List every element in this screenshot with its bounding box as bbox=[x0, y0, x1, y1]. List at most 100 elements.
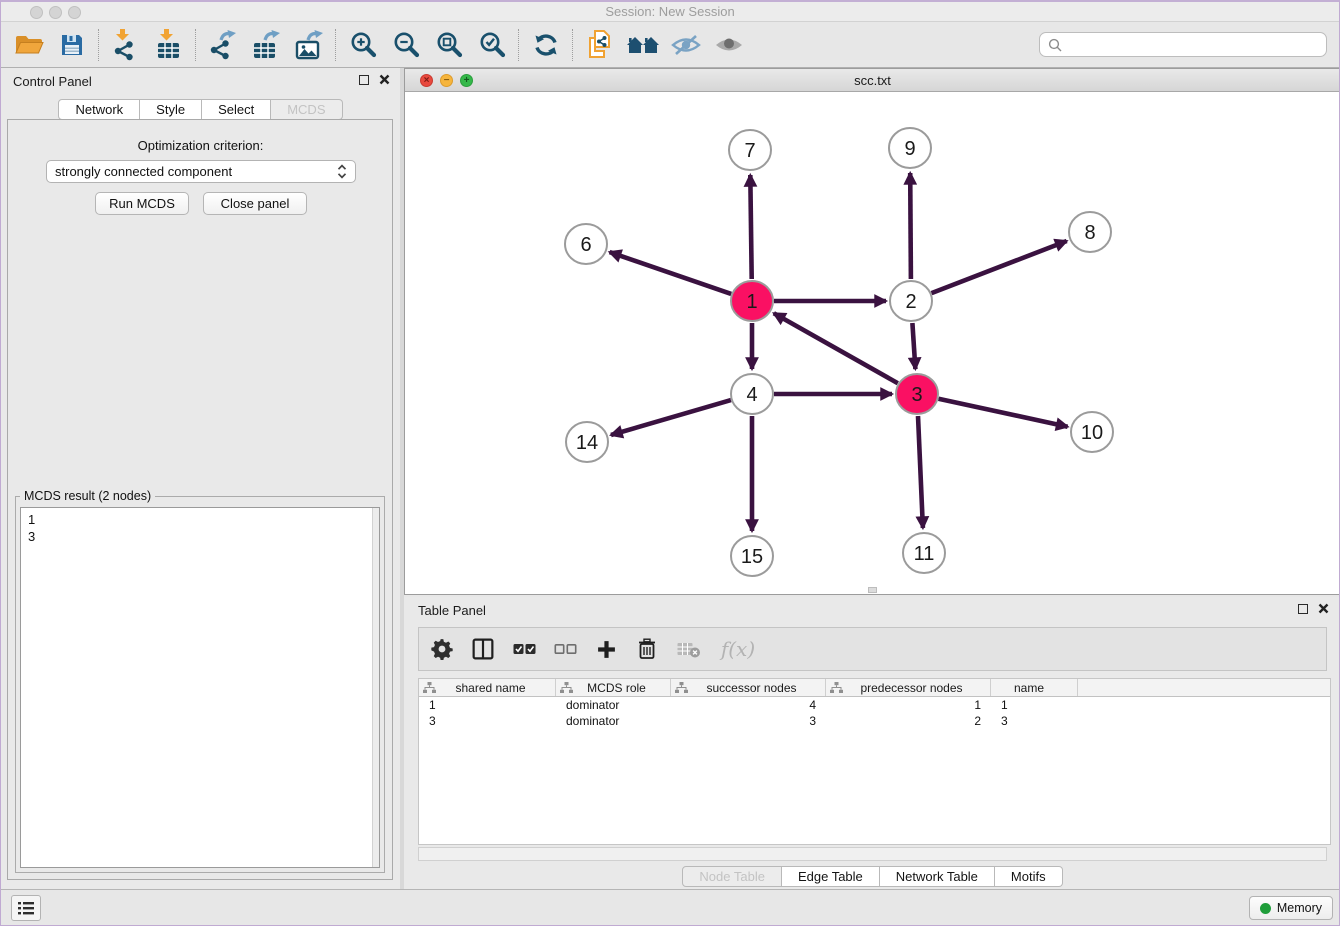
window-zoom-button[interactable] bbox=[68, 6, 81, 19]
export-table-button[interactable] bbox=[244, 26, 287, 64]
graph-edge-1-7[interactable] bbox=[750, 175, 751, 279]
graph-edge-3-1[interactable] bbox=[774, 313, 898, 383]
zoom-selected-button[interactable] bbox=[470, 26, 513, 64]
zoom-out-button[interactable] bbox=[384, 26, 427, 64]
network-minimize-button[interactable]: − bbox=[440, 74, 453, 87]
split-columns-icon bbox=[472, 638, 494, 660]
refresh-view-button[interactable] bbox=[524, 26, 567, 64]
split-panel-button[interactable] bbox=[470, 634, 496, 664]
table-cell[interactable]: dominator bbox=[556, 697, 671, 713]
graph-node-4[interactable]: 4 bbox=[731, 374, 773, 414]
graph-node-15[interactable]: 15 bbox=[731, 536, 773, 576]
graph-edge-1-6[interactable] bbox=[610, 252, 732, 294]
function-builder-button[interactable]: f(x) bbox=[716, 634, 760, 664]
task-history-button[interactable] bbox=[11, 895, 41, 921]
show-all-button[interactable] bbox=[707, 26, 750, 64]
hide-selected-button[interactable] bbox=[664, 26, 707, 64]
table-row[interactable]: 3dominator323 bbox=[419, 713, 1330, 729]
mcds-result-box: MCDS result (2 nodes) 13 bbox=[15, 496, 385, 873]
select-all-columns-button[interactable] bbox=[511, 634, 537, 664]
column-header-mcds-role[interactable]: MCDS role bbox=[556, 679, 671, 696]
column-header-name[interactable]: name bbox=[991, 679, 1078, 696]
memory-button[interactable]: Memory bbox=[1249, 896, 1333, 920]
graph-node-6[interactable]: 6 bbox=[565, 224, 607, 264]
network-window-titlebar[interactable]: × − + scc.txt bbox=[405, 69, 1340, 92]
tab-mcds[interactable]: MCDS bbox=[271, 99, 342, 120]
close-panel-icon[interactable] bbox=[1318, 603, 1329, 614]
window-close-button[interactable] bbox=[30, 6, 43, 19]
add-column-button[interactable] bbox=[593, 634, 619, 664]
graph-node-2[interactable]: 2 bbox=[890, 281, 932, 321]
control-panel: Control Panel Network Style Select MCDS … bbox=[1, 68, 400, 892]
criterion-select[interactable]: strongly connected component bbox=[46, 160, 356, 183]
table-settings-button[interactable] bbox=[429, 634, 455, 664]
tab-motifs[interactable]: Motifs bbox=[995, 866, 1063, 887]
first-neighbors-button[interactable] bbox=[621, 26, 664, 64]
graph-node-14[interactable]: 14 bbox=[566, 422, 608, 462]
table-cell[interactable]: 4 bbox=[671, 697, 826, 713]
table-cell[interactable]: 3 bbox=[991, 713, 1078, 729]
deselect-all-columns-button[interactable] bbox=[552, 634, 578, 664]
graph-edge-2-8[interactable] bbox=[932, 241, 1067, 293]
graph-edge-2-9[interactable] bbox=[910, 173, 911, 279]
float-panel-icon[interactable] bbox=[359, 75, 369, 85]
delete-table-button[interactable] bbox=[675, 634, 701, 664]
open-session-button[interactable] bbox=[7, 26, 50, 64]
zoom-in-button[interactable] bbox=[341, 26, 384, 64]
table-cell[interactable]: 2 bbox=[826, 713, 991, 729]
export-image-button[interactable] bbox=[287, 26, 330, 64]
table-cell[interactable]: 1 bbox=[419, 697, 556, 713]
graph-node-11[interactable]: 11 bbox=[903, 533, 945, 573]
tab-network[interactable]: Network bbox=[58, 99, 140, 120]
network-maximize-button[interactable]: + bbox=[460, 74, 473, 87]
run-mcds-button[interactable]: Run MCDS bbox=[95, 192, 189, 215]
table-cell[interactable]: 1 bbox=[991, 697, 1078, 713]
export-network-button[interactable] bbox=[201, 26, 244, 64]
table-cell[interactable]: dominator bbox=[556, 713, 671, 729]
graph-node-1[interactable]: 1 bbox=[731, 281, 773, 321]
tab-style[interactable]: Style bbox=[140, 99, 202, 120]
tab-network-table[interactable]: Network Table bbox=[880, 866, 995, 887]
table-cell[interactable]: 1 bbox=[826, 697, 991, 713]
graph-node-9[interactable]: 9 bbox=[889, 128, 931, 168]
window-resize-handle[interactable] bbox=[868, 587, 877, 593]
column-header-shared-name[interactable]: shared name bbox=[419, 679, 556, 696]
optimization-criterion-label: Optimization criterion: bbox=[1, 138, 400, 153]
table-horizontal-scrollbar[interactable] bbox=[418, 847, 1327, 861]
zoom-fit-button[interactable] bbox=[427, 26, 470, 64]
window-minimize-button[interactable] bbox=[49, 6, 62, 19]
delete-column-button[interactable] bbox=[634, 634, 660, 664]
tab-edge-table[interactable]: Edge Table bbox=[782, 866, 880, 887]
tab-node-table[interactable]: Node Table bbox=[682, 866, 782, 887]
column-header-successor-nodes[interactable]: successor nodes bbox=[671, 679, 826, 696]
network-canvas[interactable]: 7 9 6 8 1 2 4 3 14 10 15 11 bbox=[405, 92, 1340, 594]
toolbar-separator bbox=[98, 29, 99, 61]
status-bar: Memory bbox=[1, 889, 1339, 925]
clone-network-button[interactable] bbox=[578, 26, 621, 64]
graph-edge-4-14[interactable] bbox=[611, 400, 731, 435]
graph-node-10[interactable]: 10 bbox=[1071, 412, 1113, 452]
table-cell[interactable]: 3 bbox=[671, 713, 826, 729]
graph-edge-3-11[interactable] bbox=[918, 416, 923, 528]
search-field[interactable] bbox=[1039, 32, 1327, 57]
mcds-result-area[interactable]: 13 bbox=[20, 507, 380, 868]
tab-select[interactable]: Select bbox=[202, 99, 271, 120]
close-panel-icon[interactable] bbox=[379, 74, 390, 85]
graph-edge-2-3[interactable] bbox=[912, 323, 915, 369]
graph-node-8[interactable]: 8 bbox=[1069, 212, 1111, 252]
table-row[interactable]: 1dominator411 bbox=[419, 697, 1330, 713]
result-scrollbar[interactable] bbox=[372, 508, 379, 867]
table-cell[interactable]: 3 bbox=[419, 713, 556, 729]
close-panel-button[interactable]: Close panel bbox=[203, 192, 307, 215]
graph-node-3[interactable]: 3 bbox=[896, 374, 938, 414]
table-panel: Table Panel bbox=[404, 597, 1340, 892]
search-input[interactable] bbox=[1068, 37, 1318, 52]
column-header-predecessor-nodes[interactable]: predecessor nodes bbox=[826, 679, 991, 696]
float-panel-icon[interactable] bbox=[1298, 604, 1308, 614]
import-table-button[interactable] bbox=[147, 26, 190, 64]
import-network-button[interactable] bbox=[104, 26, 147, 64]
graph-node-7[interactable]: 7 bbox=[729, 130, 771, 170]
save-session-button[interactable] bbox=[50, 26, 93, 64]
network-close-button[interactable]: × bbox=[420, 74, 433, 87]
graph-edge-3-10[interactable] bbox=[939, 399, 1068, 427]
